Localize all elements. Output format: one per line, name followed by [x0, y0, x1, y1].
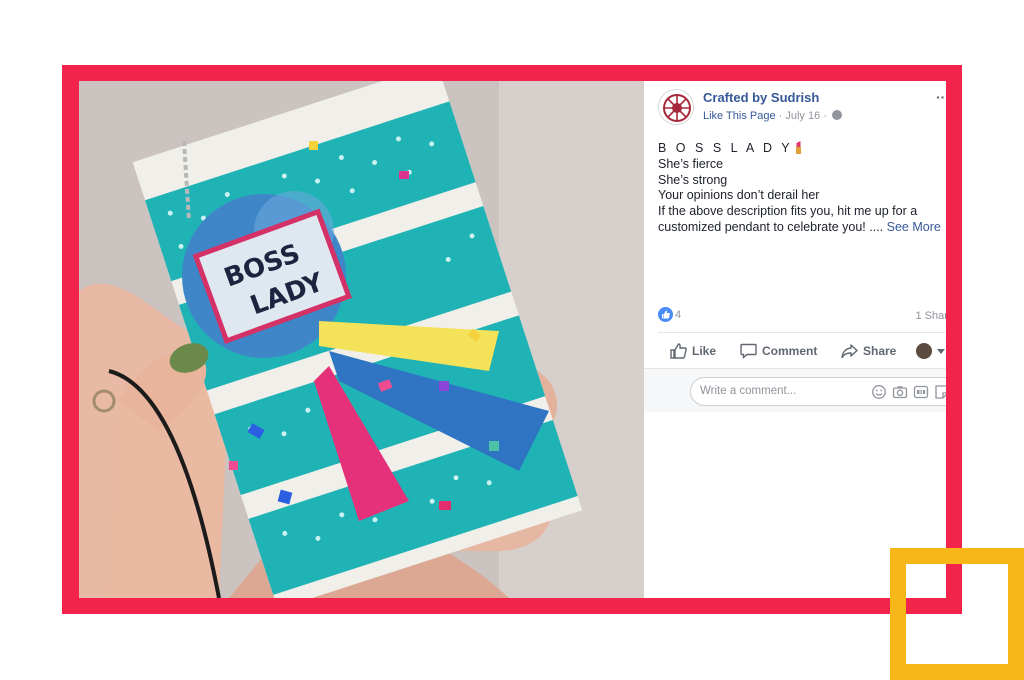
thumbs-up-icon	[658, 307, 673, 322]
date-separator: ·	[820, 110, 830, 122]
yellow-frame	[890, 548, 1024, 680]
post-photo[interactable]: BOSS LADY	[79, 81, 644, 598]
emoji-icon[interactable]	[871, 384, 887, 400]
post-line-text: customized pendant to celebrate you! ...…	[658, 219, 887, 234]
meta-separator: ·	[775, 110, 786, 122]
reaction-count: 4	[675, 308, 682, 321]
comment-button[interactable]: Comment	[740, 339, 817, 363]
comment-placeholder: Write a comment...	[700, 385, 797, 397]
sticker-icon[interactable]	[934, 384, 946, 400]
user-avatar	[916, 343, 932, 359]
post-line-title: B O S S L A D Y	[658, 141, 946, 157]
share-button[interactable]: Share	[841, 339, 896, 363]
comment-input[interactable]: Write a comment...	[690, 377, 946, 406]
post-header: Crafted by Sudrish Like This Page · July…	[658, 89, 946, 129]
see-more-link[interactable]: See More	[887, 220, 941, 234]
comment-label: Comment	[762, 344, 818, 358]
pendant-photo-illustration: BOSS LADY	[79, 81, 644, 598]
post-actions: Like Comment Share	[658, 339, 946, 363]
globe-icon	[832, 110, 842, 120]
divider	[658, 332, 946, 333]
page-avatar[interactable]	[658, 89, 694, 125]
gif-icon[interactable]	[913, 384, 929, 400]
comment-area: Write a comment...	[644, 368, 946, 412]
like-this-page-link[interactable]: Like This Page	[703, 110, 776, 122]
mandala-logo-icon	[663, 94, 691, 122]
post-line: She’s fierce	[658, 156, 724, 171]
share-arrow-icon	[841, 344, 858, 359]
post-line-last: customized pendant to celebrate you! ...…	[658, 220, 946, 236]
chevron-down-icon	[937, 348, 945, 354]
share-count-link[interactable]: 1 Share	[915, 310, 946, 322]
post-meta: Like This Page · July 16 ·	[703, 110, 842, 122]
page-name-link[interactable]: Crafted by Sudrish	[703, 90, 819, 105]
thumbs-up-outline-icon	[670, 343, 687, 359]
post-line-title-text: B O S S L A D Y	[658, 141, 793, 155]
post-panel: Crafted by Sudrish Like This Page · July…	[644, 81, 946, 598]
camera-icon[interactable]	[892, 384, 908, 400]
speech-bubble-icon	[740, 343, 757, 359]
audience-selector[interactable]	[916, 339, 945, 363]
comment-tools	[871, 384, 946, 400]
lipstick-emoji-icon	[795, 141, 801, 154]
post-text: B O S S L A D Y She’s fierce She’s stron…	[658, 141, 946, 236]
post-line: If the above description fits you, hit m…	[658, 204, 918, 219]
post-line: Your opinions don’t derail her	[658, 188, 820, 203]
reactions-summary[interactable]: 4	[658, 307, 681, 325]
like-button[interactable]: Like	[670, 339, 716, 363]
like-label: Like	[692, 344, 717, 358]
more-options-button[interactable]: ···	[936, 89, 946, 105]
post-date[interactable]: July 16	[785, 110, 820, 122]
share-label: Share	[863, 344, 897, 358]
post-line: She’s strong	[658, 172, 728, 187]
